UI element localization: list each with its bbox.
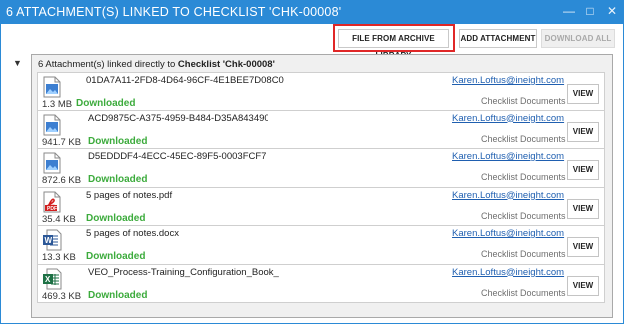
attachment-category: Checklist Documents bbox=[481, 210, 566, 221]
attachment-group: 6 Attachment(s) linked directly to Check… bbox=[31, 54, 613, 318]
owner-email-link[interactable]: Karen.Loftus@ineight.com bbox=[452, 267, 564, 278]
image-file-icon bbox=[43, 76, 61, 98]
download-status: Downloaded bbox=[76, 98, 136, 109]
maximize-icon[interactable]: □ bbox=[581, 2, 599, 20]
attachment-name: 5 pages of notes.docx bbox=[86, 228, 179, 239]
svg-text:PDF: PDF bbox=[47, 206, 57, 212]
add-attachment-button[interactable]: ADD ATTACHMENT bbox=[459, 29, 537, 48]
group-header: 6 Attachment(s) linked directly to Check… bbox=[38, 59, 275, 70]
attachment-category: Checklist Documents bbox=[481, 172, 566, 182]
image-file-icon bbox=[43, 152, 61, 174]
word-file-icon: W bbox=[43, 229, 62, 251]
view-button[interactable]: VIEW bbox=[567, 160, 599, 180]
owner-email-link[interactable]: Karen.Loftus@ineight.com bbox=[452, 75, 564, 86]
window-title: 6 ATTACHMENT(S) LINKED TO CHECKLIST 'CHK… bbox=[6, 5, 342, 19]
attachment-size: 469.3 KB bbox=[42, 290, 82, 302]
view-button[interactable]: VIEW bbox=[567, 198, 599, 219]
owner-email-link[interactable]: Karen.Loftus@ineight.com bbox=[452, 151, 564, 162]
view-button[interactable]: VIEW bbox=[567, 237, 599, 257]
attachment-name: D5EDDDF4-4ECC-45EC-89F5-0003FCF7A99- bbox=[88, 151, 266, 162]
attachment-row: ACD9875C-A375-4959-B484-D35A8434905 941.… bbox=[37, 110, 605, 149]
attachment-row: PDF 5 pages of notes.pdf 35.4 KB Downloa… bbox=[37, 187, 605, 226]
svg-text:X: X bbox=[45, 275, 51, 284]
attachment-category: Checklist Documents bbox=[481, 249, 566, 259]
attachment-name: 5 pages of notes.pdf bbox=[86, 189, 173, 201]
download-all-button[interactable]: DOWNLOAD ALL bbox=[541, 29, 615, 48]
view-button[interactable]: VIEW bbox=[567, 121, 599, 142]
group-header-checklist: Checklist 'Chk-00008' bbox=[177, 59, 275, 70]
attachment-row: 01DA7A11-2FD8-4D64-96CF-4E1BEE7D08C0 1.3… bbox=[37, 72, 605, 111]
view-button[interactable]: VIEW bbox=[567, 84, 599, 104]
minimize-icon[interactable]: — bbox=[560, 2, 578, 20]
title-bar: 6 ATTACHMENT(S) LINKED TO CHECKLIST 'CHK… bbox=[0, 0, 624, 24]
owner-email-link[interactable]: Karen.Loftus@ineight.com bbox=[452, 190, 564, 201]
view-button[interactable]: VIEW bbox=[567, 275, 599, 296]
attachment-size: 13.3 KB bbox=[42, 252, 76, 263]
attachment-list: 01DA7A11-2FD8-4D64-96CF-4E1BEE7D08C0 1.3… bbox=[37, 72, 605, 303]
attachment-category: Checklist Documents bbox=[481, 287, 566, 298]
attachment-name: VEO_Process-Training_Configuration_Book_ bbox=[88, 266, 279, 278]
attachment-name: 01DA7A11-2FD8-4D64-96CF-4E1BEE7D08C0 bbox=[86, 75, 284, 86]
download-status: Downloaded bbox=[88, 174, 148, 185]
attachment-size: 1.3 MB bbox=[42, 99, 73, 110]
excel-file-icon: X bbox=[43, 268, 62, 289]
owner-email-link[interactable]: Karen.Loftus@ineight.com bbox=[452, 228, 564, 239]
attachment-size: 941.7 KB bbox=[42, 136, 82, 148]
collapse-chevron-icon[interactable]: ▼ bbox=[13, 58, 22, 68]
attachment-size: 35.4 KB bbox=[42, 213, 76, 225]
attachment-size: 872.6 KB bbox=[42, 175, 82, 186]
owner-email-link[interactable]: Karen.Loftus@ineight.com bbox=[452, 113, 564, 124]
close-icon[interactable]: ✕ bbox=[603, 2, 621, 20]
download-status: Downloaded bbox=[86, 212, 146, 224]
attachment-category: Checklist Documents bbox=[481, 96, 566, 106]
svg-text:W: W bbox=[45, 236, 53, 245]
download-status: Downloaded bbox=[86, 251, 146, 262]
attachment-category: Checklist Documents bbox=[481, 133, 566, 144]
download-status: Downloaded bbox=[88, 289, 148, 301]
attachment-row: D5EDDDF4-4ECC-45EC-89F5-0003FCF7A99- 872… bbox=[37, 149, 605, 188]
download-status: Downloaded bbox=[88, 135, 148, 147]
image-file-icon bbox=[43, 114, 61, 135]
attachment-row: W 5 pages of notes.docx 13.3 KB Download… bbox=[37, 226, 605, 265]
pdf-file-icon: PDF bbox=[43, 191, 61, 212]
attachment-row: X VEO_Process-Training_Configuration_Boo… bbox=[37, 264, 605, 303]
group-header-prefix: 6 Attachment(s) linked directly to bbox=[38, 59, 178, 70]
attachment-name: ACD9875C-A375-4959-B484-D35A8434905 bbox=[88, 112, 268, 124]
file-from-archive-library-button[interactable]: FILE FROM ARCHIVE LIBRARY bbox=[338, 29, 449, 60]
